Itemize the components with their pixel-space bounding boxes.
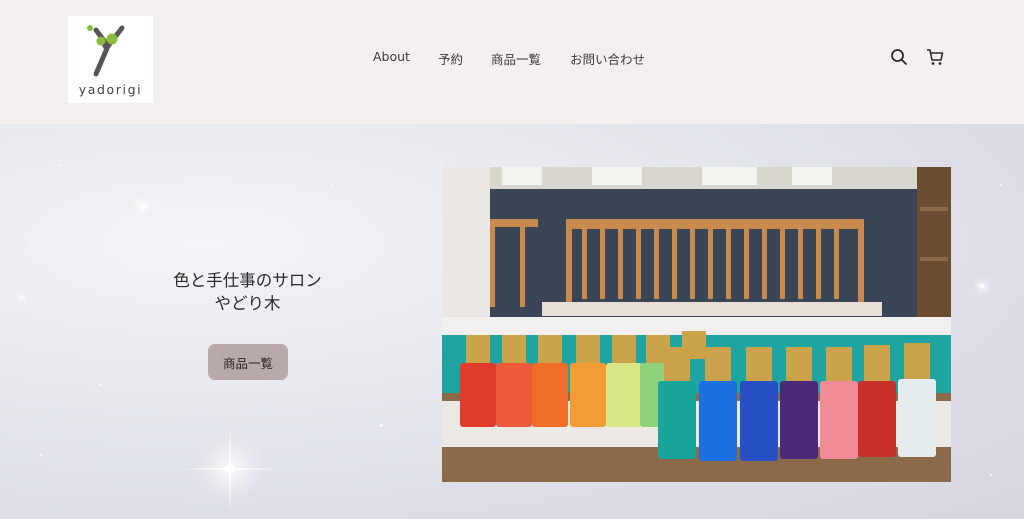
sparkle-decoration bbox=[100, 384, 102, 386]
sparkle-decoration bbox=[990, 474, 992, 476]
hero-title-line1: 色と手仕事のサロン bbox=[173, 271, 322, 290]
hero-section: 色と手仕事のサロン やどり木 商品一覧 bbox=[0, 124, 1024, 519]
hero-title: 色と手仕事のサロン やどり木 bbox=[140, 269, 355, 315]
hero-title-line2: やどり木 bbox=[214, 294, 281, 313]
search-icon[interactable] bbox=[889, 47, 909, 67]
cart-icon[interactable] bbox=[925, 47, 945, 67]
sparkle-decoration bbox=[60, 164, 62, 166]
nav-reservation[interactable]: 予約 bbox=[438, 49, 463, 68]
nav-products[interactable]: 商品一覧 bbox=[491, 49, 541, 68]
sparkle-decoration bbox=[40, 454, 42, 456]
site-header: yadorigi About 予約 商品一覧 お問い合わせ bbox=[0, 0, 1024, 124]
sparkle-decoration bbox=[380, 424, 383, 427]
hero-photo-color-bottles bbox=[442, 167, 951, 482]
sparkle-ray bbox=[229, 424, 231, 514]
sparkle-decoration bbox=[1000, 184, 1002, 186]
logo-wordmark: yadorigi bbox=[78, 82, 143, 97]
main-nav: About 予約 商品一覧 お問い合わせ bbox=[0, 49, 1024, 69]
sparkle-decoration bbox=[140, 204, 145, 209]
nav-about[interactable]: About bbox=[373, 49, 410, 64]
sparkle-decoration bbox=[980, 284, 984, 288]
sparkle-decoration bbox=[20, 296, 23, 299]
products-button[interactable]: 商品一覧 bbox=[208, 344, 288, 380]
nav-contact[interactable]: お問い合わせ bbox=[570, 49, 645, 68]
sparkle-decoration bbox=[330, 184, 332, 186]
